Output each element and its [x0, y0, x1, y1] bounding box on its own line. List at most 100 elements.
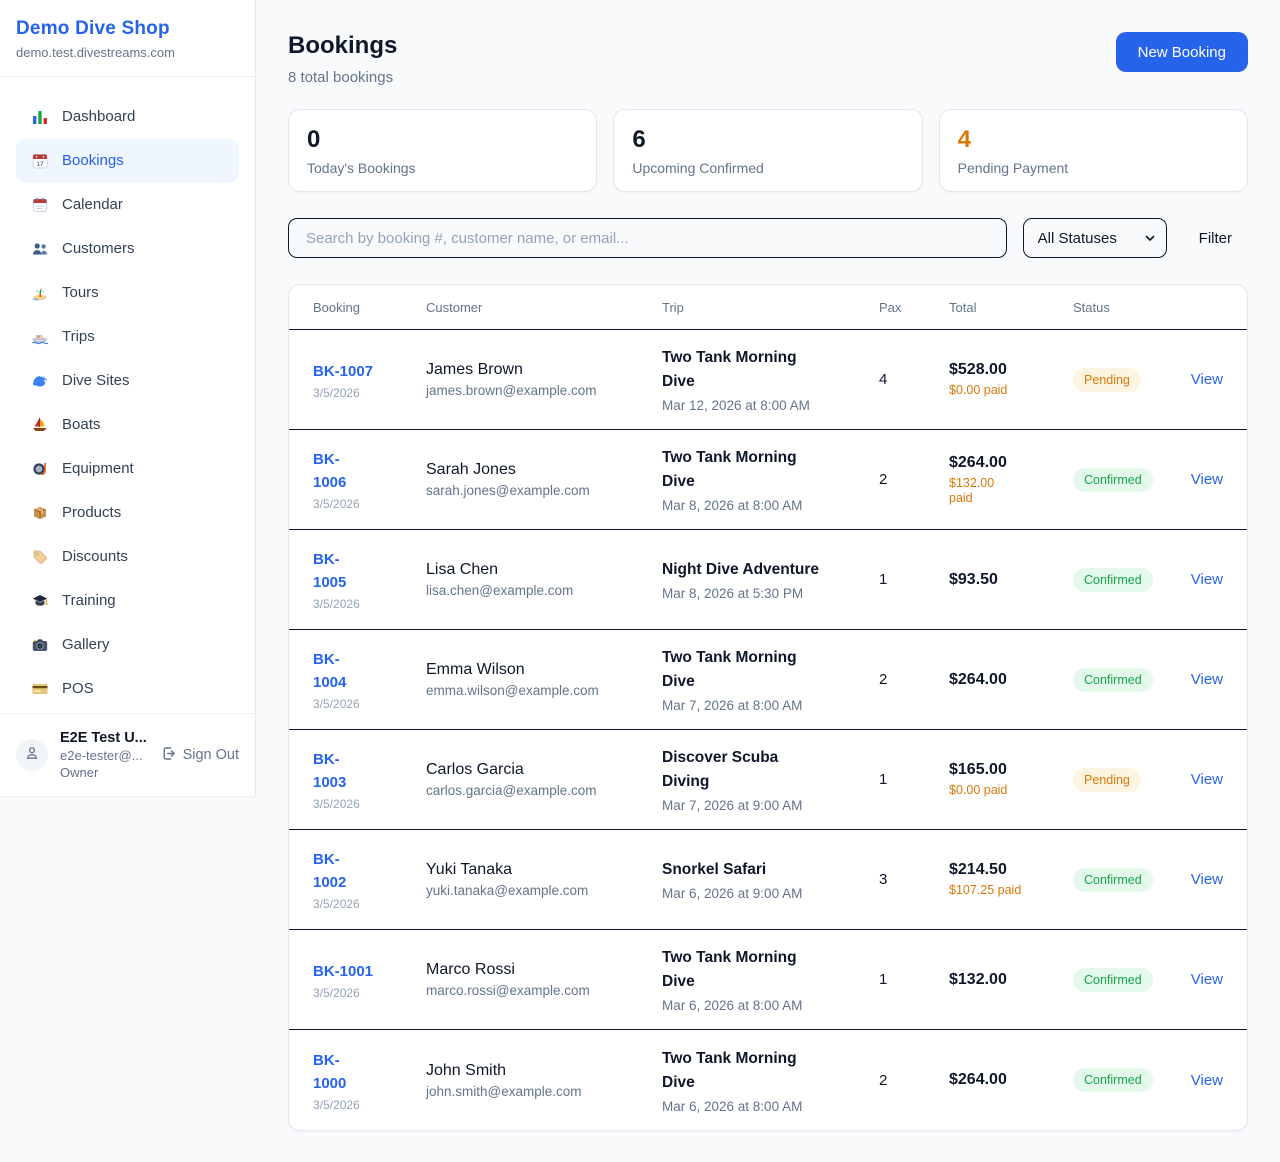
- sidebar-item-trips[interactable]: Trips: [16, 315, 239, 359]
- stat-card-pending-payment: 4 Pending Payment: [939, 109, 1248, 192]
- search-input[interactable]: [288, 218, 1007, 258]
- table-row: BK- 1004 3/5/2026 Emma Wilson emma.wilso…: [289, 630, 1247, 730]
- view-link[interactable]: View: [1191, 671, 1223, 688]
- customer-name: James Brown: [426, 361, 662, 379]
- sidebar-item-dive-sites[interactable]: Dive Sites: [16, 359, 239, 403]
- trip-name: Two Tank Morning Dive: [662, 946, 879, 994]
- grad-cap-icon: [30, 592, 49, 610]
- booking-id-link[interactable]: BK-1007: [313, 360, 373, 383]
- view-link[interactable]: View: [1191, 871, 1223, 888]
- status-badge: Confirmed: [1073, 868, 1153, 892]
- sidebar-item-bookings[interactable]: 17 Bookings: [16, 139, 239, 183]
- sign-out-label: Sign Out: [183, 747, 239, 763]
- customer-cell: Yuki Tanaka yuki.tanaka@example.com: [426, 861, 662, 898]
- booking-id-link[interactable]: BK- 1006: [313, 448, 346, 494]
- stat-label: Today's Bookings: [307, 160, 578, 176]
- customer-name: Carlos Garcia: [426, 761, 662, 779]
- booking-cell: BK- 1000 3/5/2026: [313, 1049, 426, 1112]
- dive-mask-icon: [30, 460, 49, 478]
- booking-id-link[interactable]: BK- 1000: [313, 1049, 346, 1095]
- booking-id-link[interactable]: BK- 1005: [313, 548, 346, 594]
- total-cell: $93.50: [949, 571, 1073, 589]
- view-link[interactable]: View: [1191, 971, 1223, 988]
- stat-label: Upcoming Confirmed: [632, 160, 903, 176]
- sidebar-item-equipment[interactable]: Equipment: [16, 447, 239, 491]
- filter-button[interactable]: Filter: [1183, 230, 1248, 247]
- sidebar-item-calendar[interactable]: Calendar: [16, 183, 239, 227]
- total-amount: $264.00: [949, 1071, 1073, 1089]
- person-icon: [24, 745, 40, 766]
- booking-id-link[interactable]: BK- 1002: [313, 848, 346, 894]
- customer-email: marco.rossi@example.com: [426, 983, 662, 998]
- customer-email: emma.wilson@example.com: [426, 683, 662, 698]
- sign-out-icon: [160, 745, 177, 766]
- trip-datetime: Mar 6, 2026 at 8:00 AM: [662, 1099, 879, 1114]
- trip-datetime: Mar 8, 2026 at 8:00 AM: [662, 498, 879, 513]
- people-icon: [30, 240, 49, 258]
- table-row: BK-1007 3/5/2026 James Brown james.brown…: [289, 330, 1247, 430]
- view-link[interactable]: View: [1191, 471, 1223, 488]
- calendar-pad-icon: [30, 196, 49, 214]
- booking-id-link[interactable]: BK- 1004: [313, 648, 346, 694]
- paid-amount: $132.00 paid: [949, 476, 1073, 506]
- calendar-date-icon: 17: [30, 152, 49, 170]
- view-link[interactable]: View: [1191, 371, 1223, 388]
- stat-value: 6: [632, 125, 903, 155]
- sidebar-item-products[interactable]: Products: [16, 491, 239, 535]
- status-badge: Pending: [1073, 368, 1141, 392]
- sidebar-item-tours[interactable]: Tours: [16, 271, 239, 315]
- user-email: e2e-tester@...: [60, 748, 176, 763]
- view-link[interactable]: View: [1191, 571, 1223, 588]
- col-customer: Customer: [426, 300, 662, 315]
- package-icon: [30, 504, 49, 522]
- sidebar-item-discounts[interactable]: Discounts: [16, 535, 239, 579]
- col-trip: Trip: [662, 300, 879, 315]
- table-row: BK- 1003 3/5/2026 Carlos Garcia carlos.g…: [289, 730, 1247, 830]
- avatar: [16, 739, 48, 771]
- view-link[interactable]: View: [1191, 771, 1223, 788]
- trip-cell: Night Dive Adventure Mar 8, 2026 at 5:30…: [662, 558, 879, 601]
- status-cell: Confirmed: [1073, 668, 1191, 692]
- sidebar-item-dashboard[interactable]: Dashboard: [16, 95, 239, 139]
- table-row: BK-1001 3/5/2026 Marco Rossi marco.rossi…: [289, 930, 1247, 1030]
- trip-cell: Two Tank Morning Dive Mar 8, 2026 at 8:0…: [662, 446, 879, 513]
- sidebar-item-gallery[interactable]: Gallery: [16, 623, 239, 667]
- status-cell: Confirmed: [1073, 468, 1191, 492]
- stat-card-upcoming-confirmed: 6 Upcoming Confirmed: [613, 109, 922, 192]
- pax-value: 2: [879, 1072, 949, 1089]
- booking-id-link[interactable]: BK- 1003: [313, 748, 346, 794]
- col-pax: Pax: [879, 300, 949, 315]
- brand-title: Demo Dive Shop: [16, 18, 239, 40]
- customer-cell: James Brown james.brown@example.com: [426, 361, 662, 398]
- sign-out-button[interactable]: Sign Out: [160, 745, 239, 766]
- customer-cell: Carlos Garcia carlos.garcia@example.com: [426, 761, 662, 798]
- new-booking-button[interactable]: New Booking: [1116, 32, 1248, 72]
- status-cell: Confirmed: [1073, 868, 1191, 892]
- sidebar-item-boats[interactable]: Boats: [16, 403, 239, 447]
- total-cell: $165.00 $0.00 paid: [949, 761, 1073, 798]
- wave-icon: [30, 372, 49, 390]
- camera-icon: [30, 636, 49, 654]
- customer-email: yuki.tanaka@example.com: [426, 883, 662, 898]
- page-title: Bookings: [288, 32, 397, 60]
- status-filter-select[interactable]: All Statuses: [1023, 218, 1167, 258]
- customer-email: james.brown@example.com: [426, 383, 662, 398]
- view-link[interactable]: View: [1191, 1072, 1223, 1089]
- table-row: BK- 1000 3/5/2026 John Smith john.smith@…: [289, 1030, 1247, 1130]
- booking-date: 3/5/2026: [313, 697, 426, 711]
- sidebar-item-customers[interactable]: Customers: [16, 227, 239, 271]
- user-role: Owner: [60, 765, 176, 780]
- col-status: Status: [1073, 300, 1191, 315]
- sidebar-item-training[interactable]: Training: [16, 579, 239, 623]
- customer-email: carlos.garcia@example.com: [426, 783, 662, 798]
- booking-date: 3/5/2026: [313, 597, 426, 611]
- trip-datetime: Mar 12, 2026 at 8:00 AM: [662, 398, 879, 413]
- booking-date: 3/5/2026: [313, 986, 426, 1000]
- trip-name: Two Tank Morning Dive: [662, 646, 879, 694]
- customer-name: Yuki Tanaka: [426, 861, 662, 879]
- booking-id-link[interactable]: BK-1001: [313, 960, 373, 983]
- sidebar-item-pos[interactable]: POS: [16, 667, 239, 711]
- status-cell: Confirmed: [1073, 1068, 1191, 1092]
- total-cell: $214.50 $107.25 paid: [949, 861, 1073, 898]
- total-amount: $132.00: [949, 971, 1073, 989]
